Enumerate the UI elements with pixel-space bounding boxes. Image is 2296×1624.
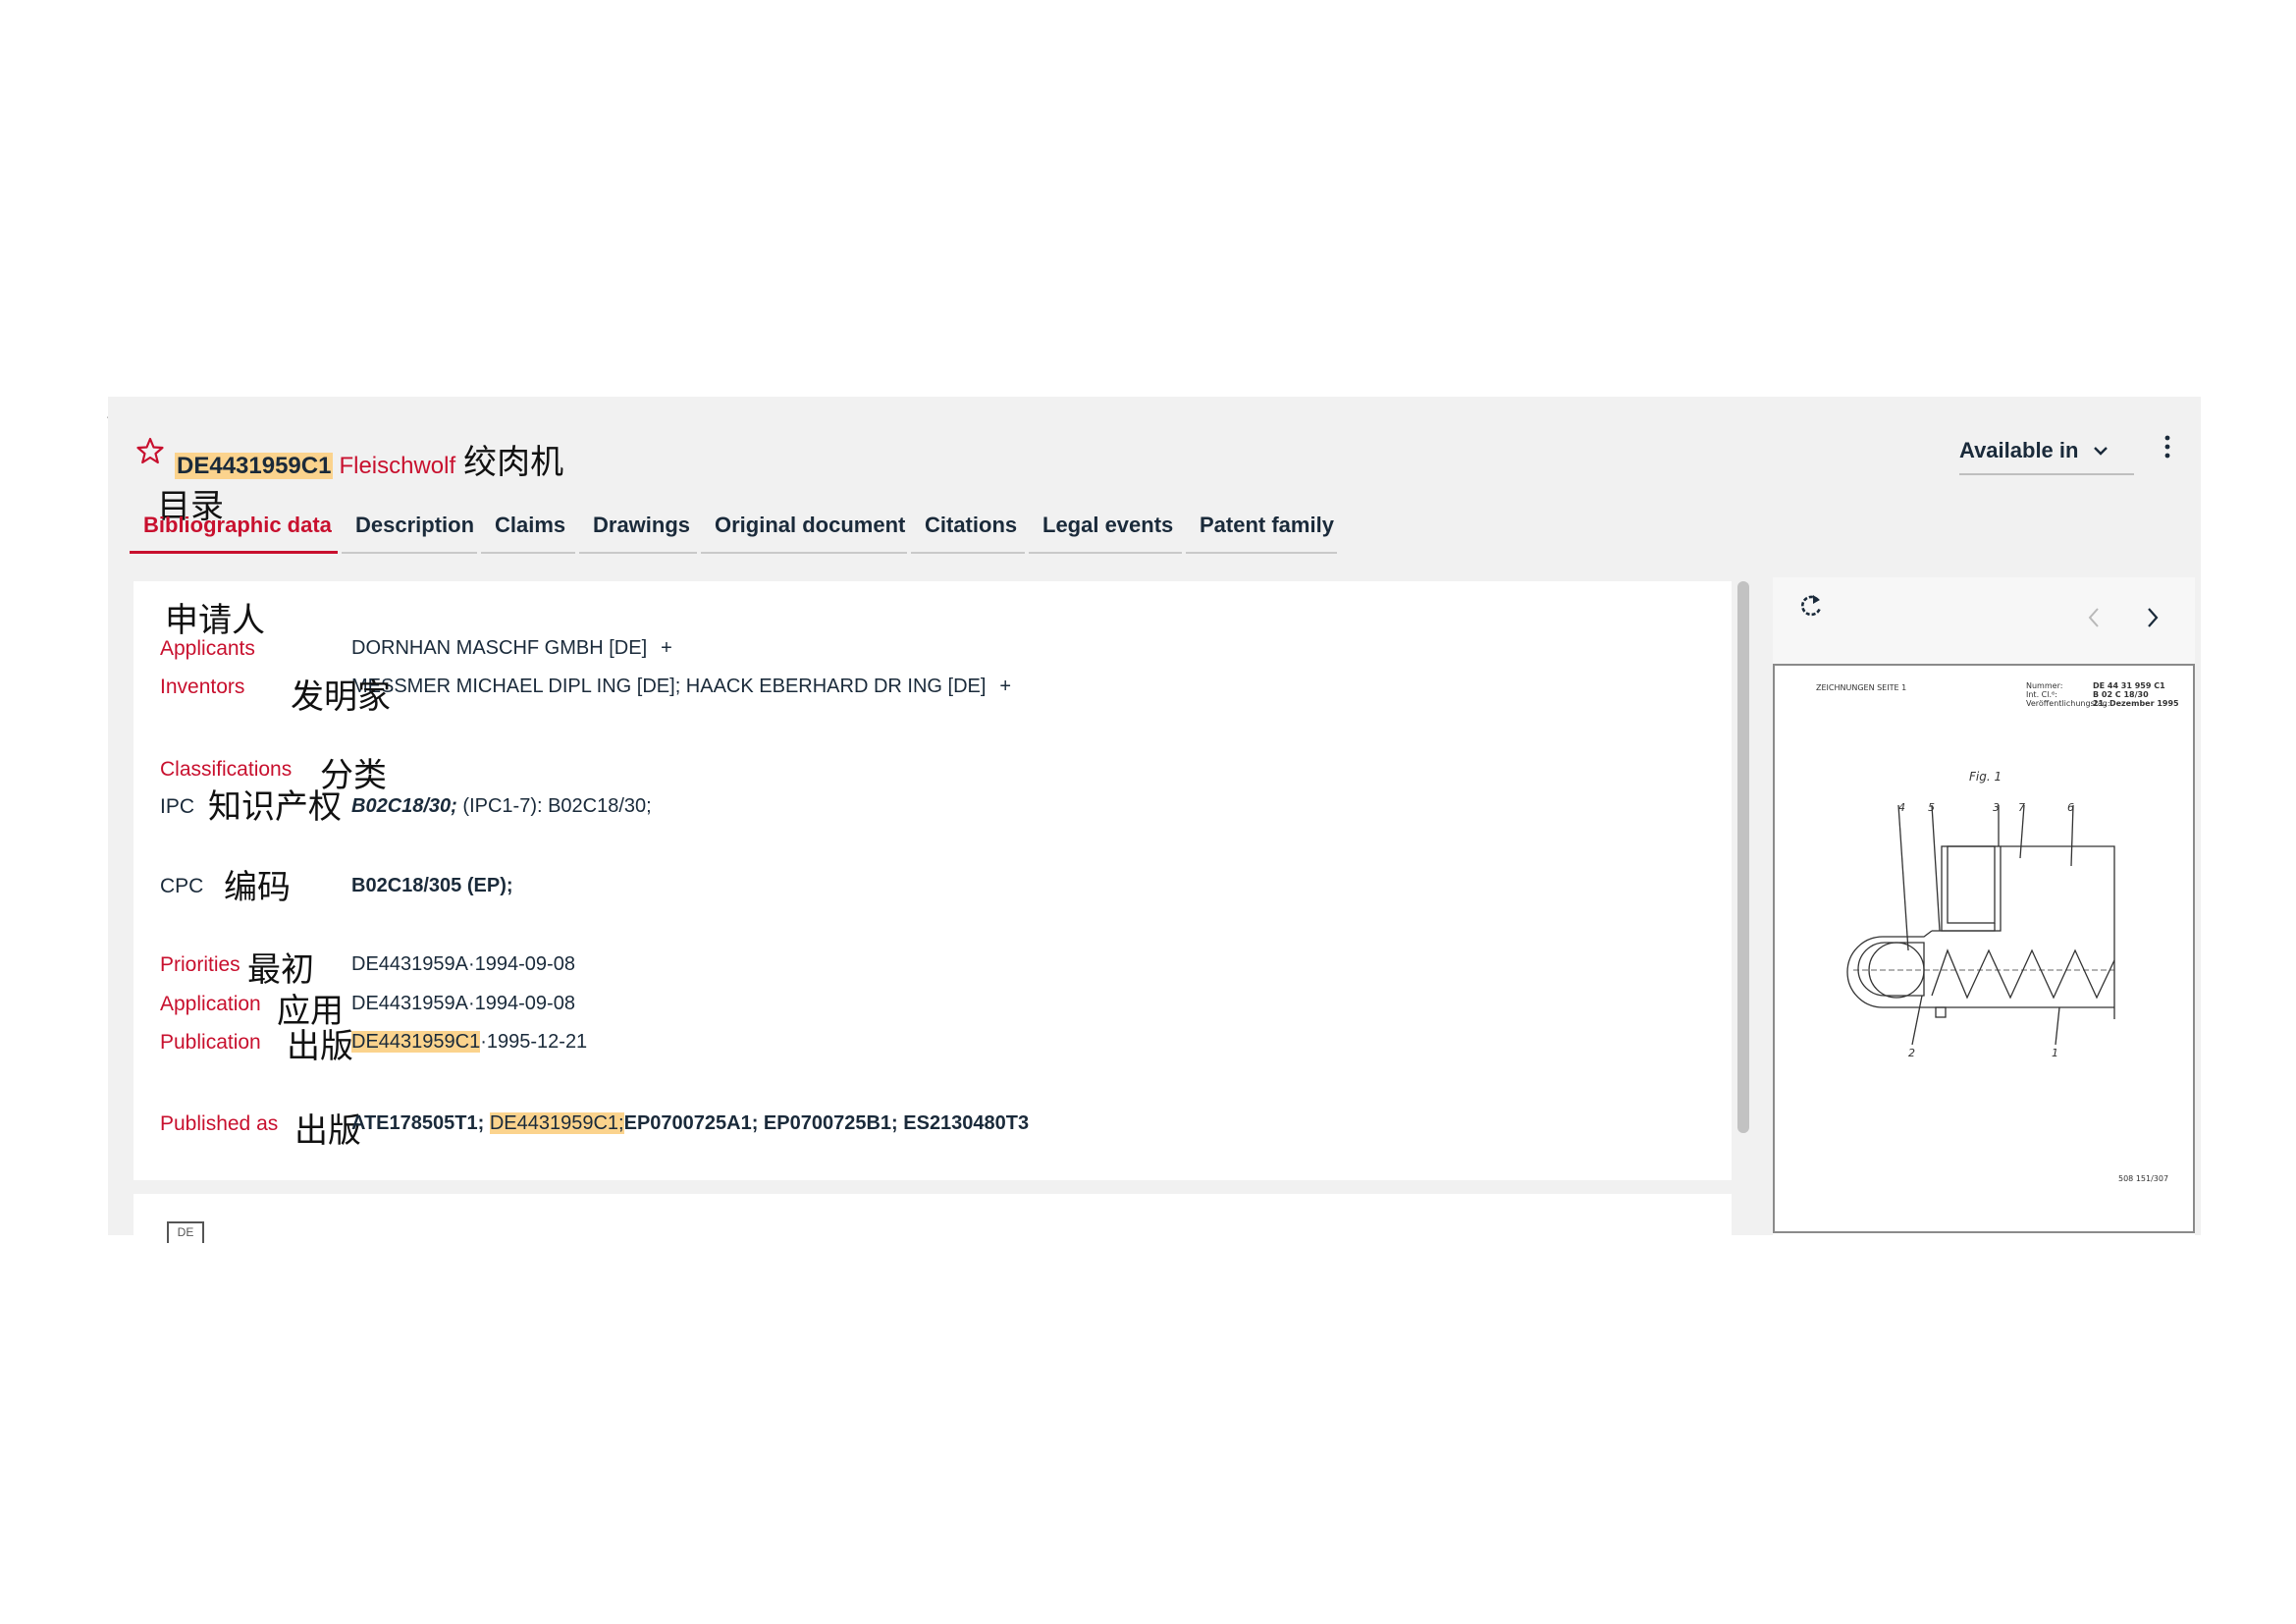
tab-original-document[interactable]: Original document bbox=[701, 509, 907, 554]
abstract-panel bbox=[133, 1194, 1732, 1235]
applicants-label: Applicants bbox=[160, 637, 255, 660]
patent-title[interactable]: Fleischwolf bbox=[339, 453, 455, 479]
scrollbar-thumb[interactable] bbox=[1737, 581, 1749, 1133]
application-label: Application bbox=[160, 993, 261, 1015]
priorities-value: DE4431959A·1994-09-08 bbox=[351, 953, 575, 975]
publication-translation: 出版 bbox=[287, 1027, 353, 1066]
previous-drawing-icon[interactable] bbox=[2081, 603, 2107, 632]
ipc-label: IPC bbox=[160, 795, 195, 818]
result-title[interactable]: DE4431959C1 Fleischwolf 绞肉机 bbox=[175, 435, 563, 483]
tab-drawings[interactable]: Drawings bbox=[579, 509, 697, 554]
ipc-value: B02C18/30; (IPC1-7): B02C18/30; bbox=[351, 795, 652, 818]
tab-patent-family[interactable]: Patent family bbox=[1186, 509, 1337, 554]
inventors-value: MESSMER MICHAEL DIPL ING [DE]; HAACK EBE… bbox=[351, 676, 1011, 698]
drawing-image[interactable]: ZEICHNUNGEN SEITE 1 Nummer: Int. Cl.⁶: Ver… bbox=[1773, 664, 2195, 1233]
available-in-label: Available in bbox=[1959, 438, 2079, 462]
classifications-label: Classifications bbox=[160, 758, 293, 781]
application-value: DE4431959A·1994-09-08 bbox=[351, 993, 575, 1014]
chevron-down-icon bbox=[2094, 447, 2109, 456]
tab-description[interactable]: Description bbox=[342, 509, 477, 554]
tab-citations[interactable]: Citations bbox=[911, 509, 1025, 554]
publication-value: DE4431959C1·1995-12-21 bbox=[351, 1031, 587, 1054]
published-as-item[interactable]: EP0700725A1; EP0700725B1; ES2130480T3 bbox=[624, 1112, 1030, 1134]
published-as-item-highlight[interactable]: DE4431959C1; bbox=[489, 1112, 624, 1134]
priorities-label: Priorities bbox=[160, 953, 240, 976]
patent-number[interactable]: DE4431959C1 bbox=[175, 453, 334, 479]
drawing-viewer-toolbar bbox=[1773, 577, 2195, 664]
published-as-value: ATE178505T1; DE4431959C1;EP0700725A1; EP… bbox=[351, 1112, 1029, 1135]
inventor-link[interactable]: MESSMER MICHAEL DIPL ING [DE]; HAACK EBE… bbox=[351, 676, 986, 697]
tab-legal-events[interactable]: Legal events bbox=[1029, 509, 1182, 554]
language-flag-icon: DE bbox=[167, 1221, 204, 1243]
applicant-link[interactable]: DORNHAN MASCHF GMBH [DE] bbox=[351, 637, 647, 659]
applicants-value: DORNHAN MASCHF GMBH [DE] + bbox=[351, 637, 672, 660]
more-options-icon[interactable] bbox=[2160, 432, 2175, 461]
cpc-value[interactable]: B02C18/305 (EP); bbox=[351, 875, 513, 897]
available-in-dropdown[interactable]: Available in bbox=[1959, 428, 2134, 475]
inventors-expand-button[interactable]: + bbox=[999, 676, 1011, 697]
published-as-item[interactable]: ATE178505T1; bbox=[351, 1112, 484, 1134]
patent-title-translation: 绞肉机 bbox=[463, 443, 564, 482]
applicants-translation: 申请人 bbox=[165, 601, 265, 640]
applicants-expand-button[interactable]: + bbox=[661, 637, 672, 659]
ipc-main-link[interactable]: B02C18/30; bbox=[351, 795, 457, 817]
ipc-translation: 知识产权 bbox=[208, 787, 342, 827]
meat-grinder-drawing bbox=[1846, 804, 2115, 1046]
tab-claims[interactable]: Claims bbox=[481, 509, 575, 554]
published-as-label: Published as bbox=[160, 1112, 279, 1135]
inventors-label: Inventors bbox=[160, 676, 245, 698]
ipc-secondary: (IPC1-7): B02C18/30; bbox=[462, 795, 652, 817]
publication-number[interactable]: DE4431959C1 bbox=[351, 1031, 481, 1053]
star-icon[interactable] bbox=[135, 436, 165, 465]
cpc-translation: 编码 bbox=[224, 868, 291, 907]
publication-date: ·1995-12-21 bbox=[480, 1031, 588, 1053]
rotate-icon[interactable] bbox=[1796, 591, 1826, 621]
inventors-translation: 发明家 bbox=[291, 677, 391, 717]
publication-label: Publication bbox=[160, 1031, 261, 1054]
next-drawing-icon[interactable] bbox=[2140, 603, 2165, 632]
tab-bibliographic-data[interactable]: Bibliographic data bbox=[130, 509, 338, 554]
cpc-label: CPC bbox=[160, 875, 204, 897]
